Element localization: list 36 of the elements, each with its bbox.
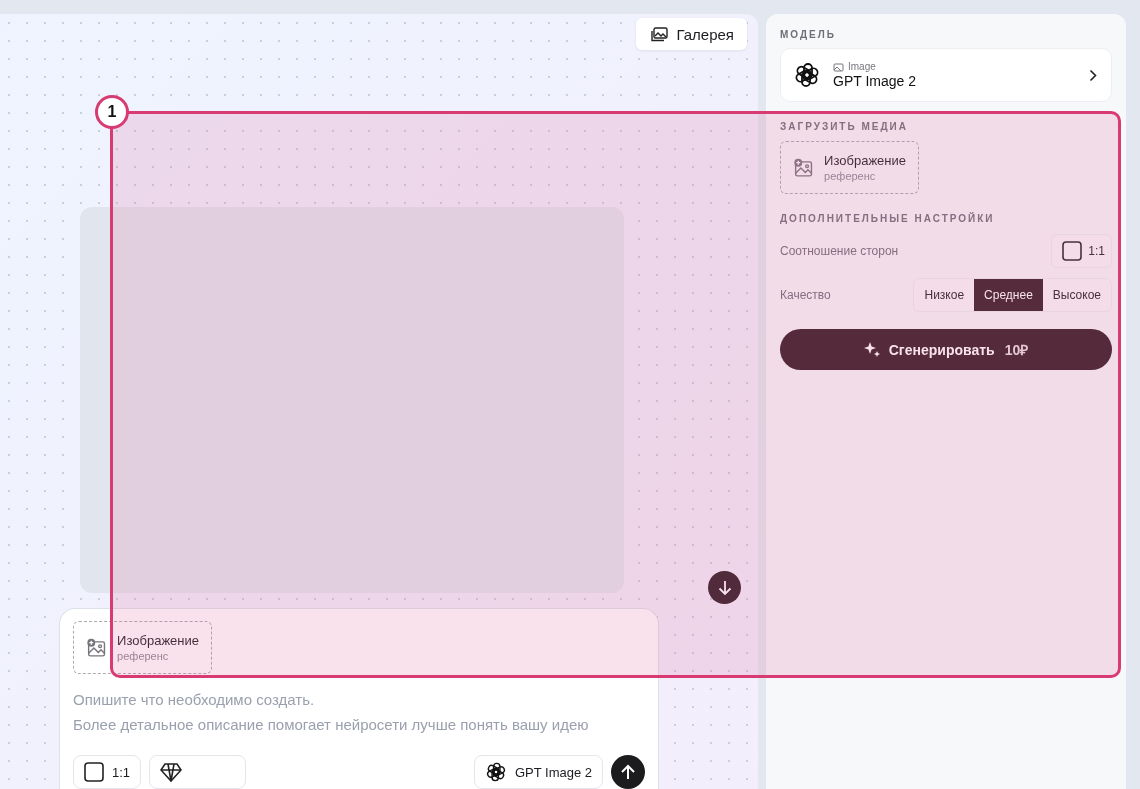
aspect-ratio-button[interactable]: 1:1 [73,755,142,789]
model-category: Image [848,61,876,72]
sparkle-icon [863,341,881,358]
upload-title: Изображение [117,633,199,648]
diamond-icon [160,762,183,782]
quality-option[interactable]: Среднее [974,279,1043,311]
arrow-down-icon [717,579,732,596]
send-button[interactable] [611,755,645,789]
quality-option[interactable]: Высокое [1042,279,1111,311]
knot-logo-icon [484,761,507,783]
scroll-down-button[interactable] [708,571,741,604]
image-sparkle-icon [833,61,844,72]
model-button[interactable]: GPT Image 2 [473,755,603,789]
image-upload-tile[interactable]: Изображение референс [73,621,212,674]
web-button[interactable] [149,755,247,789]
upload-subtitle: референс [824,170,877,182]
gallery-button[interactable]: Галерея [636,18,747,50]
image-upload-tile[interactable]: Изображение референс [780,141,919,194]
images-icon [651,26,669,42]
section-title: ЗАГРУЗИТЬ МЕДИА [780,121,909,132]
chevron-right-icon [1089,68,1097,82]
upload-subtitle: референс [117,650,170,662]
section-title: ДОПОЛНИТЕЛЬНЫЕ НАСТРОЙКИ [780,213,996,224]
arrow-up-icon [620,764,636,780]
aspect-ratio-button[interactable]: 1:1 [1051,234,1112,268]
model-name: GPT Image 2 [833,73,917,89]
model-selector[interactable]: Image GPT Image 2 [780,48,1112,102]
quality-option[interactable]: Низкое [914,279,975,311]
setting-label: Соотношение сторон [780,244,899,258]
generate-button[interactable]: Сгенерировать 10₽ [780,329,1112,370]
upload-title: Изображение [824,153,906,168]
knot-logo-icon [793,61,821,89]
section-title: МОДЕЛЬ [780,29,837,40]
setting-label: Качество [780,288,831,302]
square-icon [1062,241,1083,261]
square-icon [84,762,104,782]
